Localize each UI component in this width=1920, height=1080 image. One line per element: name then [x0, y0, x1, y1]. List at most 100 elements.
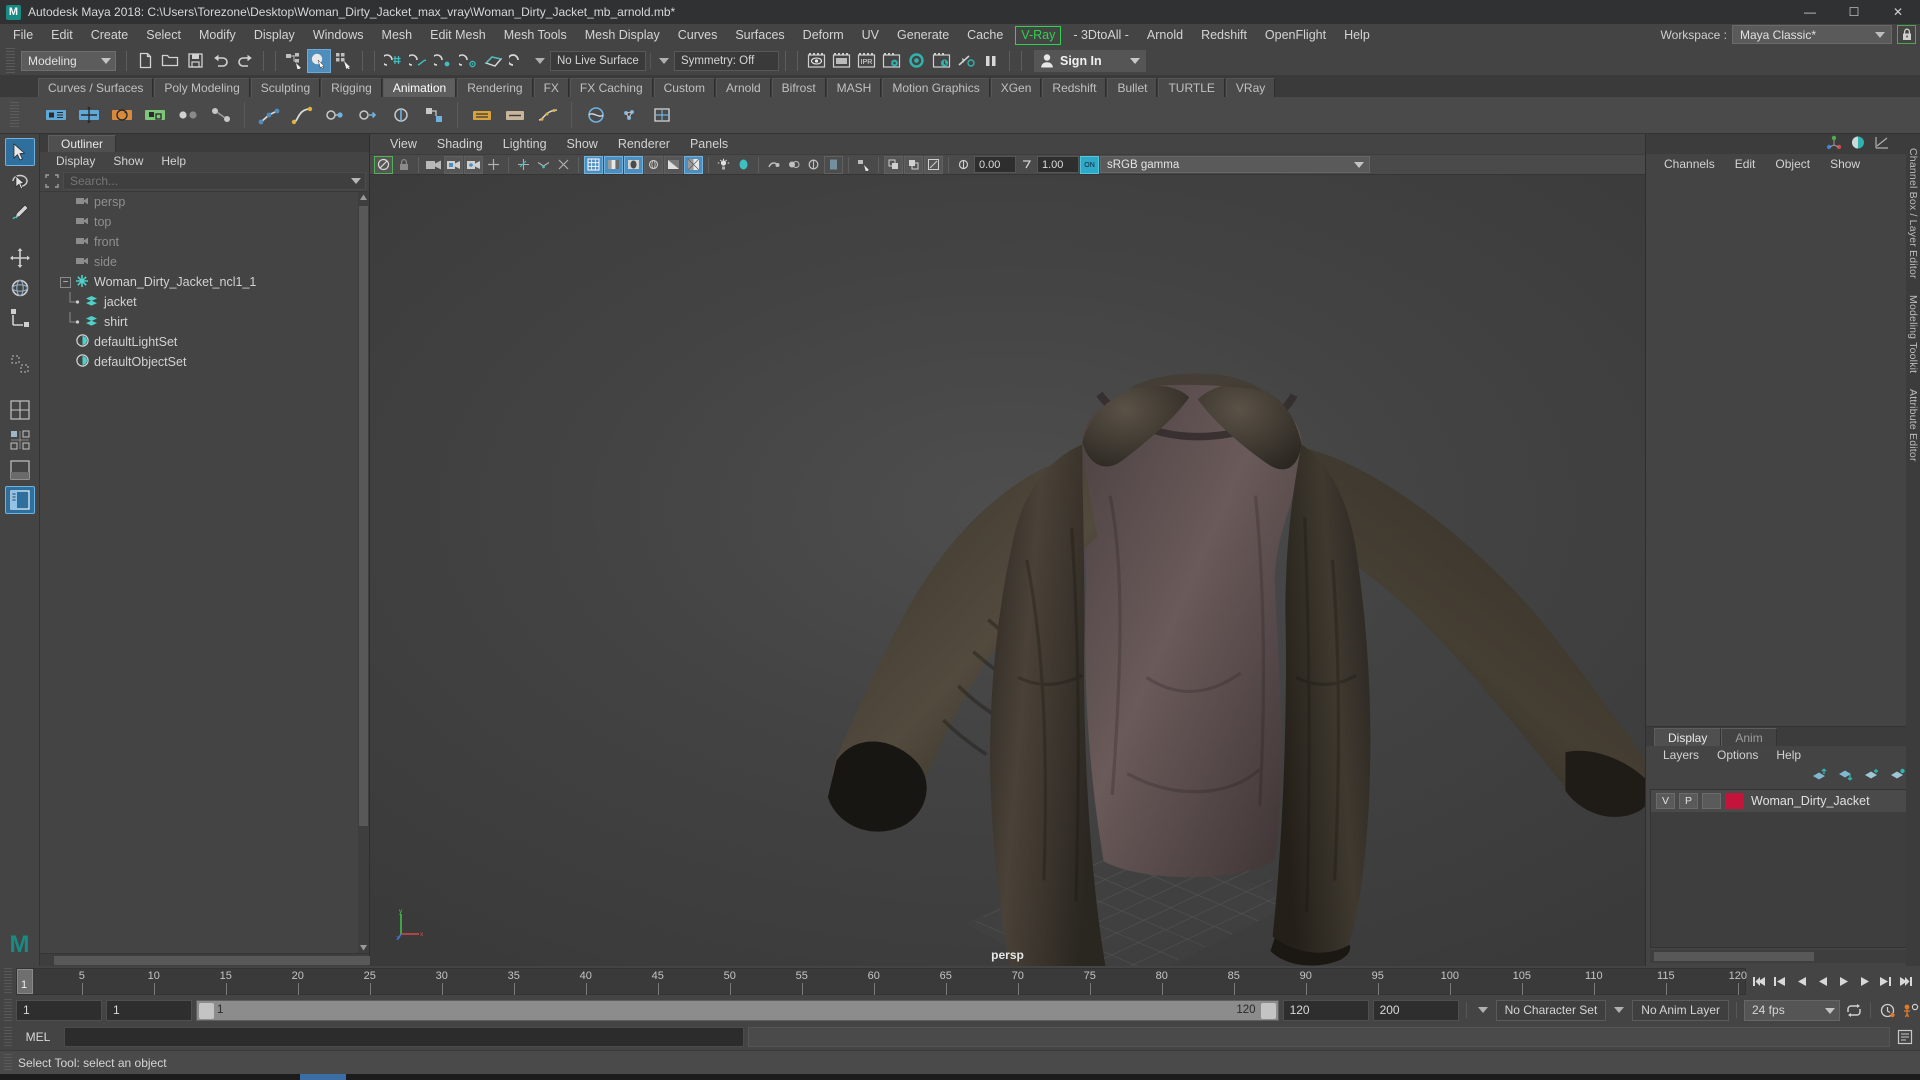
rotate-tool-icon[interactable] — [5, 274, 35, 302]
four-view-layout-icon[interactable] — [5, 426, 35, 454]
menu-redshift[interactable]: Redshift — [1192, 24, 1256, 46]
menu-help[interactable]: Help — [1335, 24, 1379, 46]
create-lattice-icon[interactable] — [646, 100, 677, 131]
channel-box-menu-channels[interactable]: Channels — [1654, 154, 1725, 174]
lock-camera-icon[interactable] — [394, 156, 413, 174]
scale-tool-icon[interactable] — [5, 304, 35, 332]
auto-keyframe-icon[interactable] — [1878, 1000, 1897, 1020]
hypershade-icon[interactable] — [904, 49, 928, 73]
snap-to-point-icon[interactable] — [431, 49, 455, 73]
menu-curves[interactable]: Curves — [669, 24, 727, 46]
channel-box-menu-object[interactable]: Object — [1765, 154, 1820, 174]
layer-list-horizontal-scrollbar[interactable] — [1650, 950, 1916, 963]
menu-mesh-tools[interactable]: Mesh Tools — [495, 24, 576, 46]
script-editor-icon[interactable] — [1894, 1027, 1916, 1047]
light-toggle-icon[interactable] — [714, 156, 733, 174]
range-slider-bar[interactable]: 1 120 — [196, 999, 1279, 1021]
layer-row[interactable]: V P Woman_Dirty_Jacket — [1651, 790, 1915, 812]
single-perspective-layout-icon[interactable] — [5, 396, 35, 424]
vtab-modeling-toolkit[interactable]: Modeling Toolkit — [1907, 287, 1919, 381]
menu-display[interactable]: Display — [245, 24, 304, 46]
viewport-menu-lighting[interactable]: Lighting — [493, 134, 557, 154]
menu-vray[interactable]: V-Ray — [1015, 25, 1062, 45]
minimize-button[interactable]: — — [1788, 0, 1832, 24]
menu-create[interactable]: Create — [82, 24, 138, 46]
exposure-icon[interactable] — [954, 156, 973, 174]
pause-icon[interactable] — [979, 49, 1003, 73]
open-scene-icon[interactable] — [158, 49, 182, 73]
maximize-button[interactable]: ☐ — [1832, 0, 1876, 24]
workspace-dropdown[interactable]: Maya Classic* — [1732, 25, 1892, 44]
frame-selection-icon[interactable] — [924, 155, 943, 174]
go-to-start-icon[interactable] — [1750, 971, 1769, 991]
shelf-tab-redshift[interactable]: Redshift — [1042, 78, 1107, 97]
close-button[interactable]: ✕ — [1876, 0, 1920, 24]
play-forwards-icon[interactable] — [1834, 971, 1853, 991]
menu-modify[interactable]: Modify — [190, 24, 245, 46]
two-sided-lighting-icon[interactable] — [684, 155, 703, 174]
shelf-tab-curves-surfaces[interactable]: Curves / Surfaces — [38, 78, 154, 97]
menu-surfaces[interactable]: Surfaces — [726, 24, 793, 46]
animation-start-time-field[interactable]: 1 — [16, 999, 102, 1021]
save-scene-icon[interactable] — [183, 49, 207, 73]
grid-toggle-icon[interactable] — [514, 156, 533, 174]
shelf-tab-arnold[interactable]: Arnold — [715, 78, 771, 97]
render-region-icon[interactable] — [829, 49, 853, 73]
constraint-point-icon[interactable] — [319, 100, 350, 131]
shadows-icon[interactable] — [664, 155, 683, 174]
menu-mesh-display[interactable]: Mesh Display — [576, 24, 669, 46]
select-tool-icon[interactable] — [4, 138, 35, 166]
symmetry-field[interactable]: Symmetry: Off — [674, 50, 779, 71]
playback-end-time-field[interactable]: 120 — [1282, 999, 1369, 1021]
bookmark-icon[interactable] — [444, 155, 463, 174]
scrollbar-thumb[interactable] — [1654, 952, 1814, 961]
set-key-icon[interactable] — [40, 100, 71, 131]
snap-to-grid-icon[interactable] — [381, 49, 405, 73]
menu-3dtoall[interactable]: - 3DtoAll - — [1064, 24, 1138, 46]
show-manipulators-icon[interactable] — [1826, 135, 1842, 153]
color-profile-dropdown[interactable]: sRGB gamma — [1100, 156, 1370, 173]
new-scene-icon[interactable] — [133, 49, 157, 73]
wireframe-on-shaded-icon[interactable] — [584, 155, 603, 174]
list-item[interactable]: top — [40, 212, 369, 232]
channel-box-menu-show[interactable]: Show — [1820, 154, 1870, 174]
breakdown-key-icon[interactable] — [172, 100, 203, 131]
play-backwards-icon[interactable] — [1813, 971, 1832, 991]
gamma-field[interactable]: 1.00 — [1037, 156, 1079, 173]
search-input[interactable] — [63, 172, 366, 190]
outliner-vertical-scrollbar[interactable] — [358, 192, 369, 953]
range-handle-right[interactable] — [1260, 1002, 1276, 1019]
chevron-down-icon[interactable] — [1614, 1007, 1625, 1013]
list-item[interactable]: persp — [40, 192, 369, 212]
shelf-grip-handle[interactable] — [10, 102, 19, 128]
layer-visibility-toggle[interactable]: V — [1656, 793, 1675, 809]
multisample-icon[interactable] — [784, 156, 803, 174]
layer-tab-anim[interactable]: Anim — [1721, 728, 1777, 746]
motion-blur-icon[interactable] — [764, 156, 783, 174]
step-forward-frame-icon[interactable] — [1876, 971, 1895, 991]
shelf-tab-turtle[interactable]: TURTLE — [1158, 78, 1225, 97]
move-tool-icon[interactable] — [5, 244, 35, 272]
use-default-light-icon[interactable] — [644, 155, 663, 174]
character-set-dropdown[interactable]: No Character Set — [1495, 999, 1607, 1021]
menu-set-dropdown[interactable]: Modeling — [21, 50, 116, 71]
command-language-label[interactable]: MEL — [16, 1030, 60, 1044]
outliner-horizontal-scrollbar[interactable] — [40, 953, 574, 966]
menu-edit[interactable]: Edit — [42, 24, 82, 46]
menu-edit-mesh[interactable]: Edit Mesh — [421, 24, 495, 46]
snap-to-projected-center-icon[interactable] — [456, 49, 480, 73]
redo-icon[interactable] — [233, 49, 257, 73]
menu-file[interactable]: File — [4, 24, 42, 46]
menu-openflight[interactable]: OpenFlight — [1256, 24, 1335, 46]
menu-windows[interactable]: Windows — [304, 24, 373, 46]
chevron-down-icon[interactable] — [659, 57, 669, 64]
animation-preferences-icon[interactable] — [1901, 1000, 1920, 1020]
list-item[interactable]: − Woman_Dirty_Jacket_ncl1_1 — [40, 272, 369, 292]
animation-end-time-field[interactable]: 200 — [1372, 999, 1459, 1021]
command-input[interactable] — [64, 1027, 744, 1047]
shelf-tab-rendering[interactable]: Rendering — [457, 78, 533, 97]
viewport-menu-view[interactable]: View — [380, 134, 427, 154]
sign-in-button[interactable]: Sign In — [1034, 49, 1146, 72]
anim-layer-dropdown[interactable]: No Anim Layer — [1632, 999, 1729, 1021]
current-time-indicator[interactable]: 1 — [17, 968, 33, 994]
